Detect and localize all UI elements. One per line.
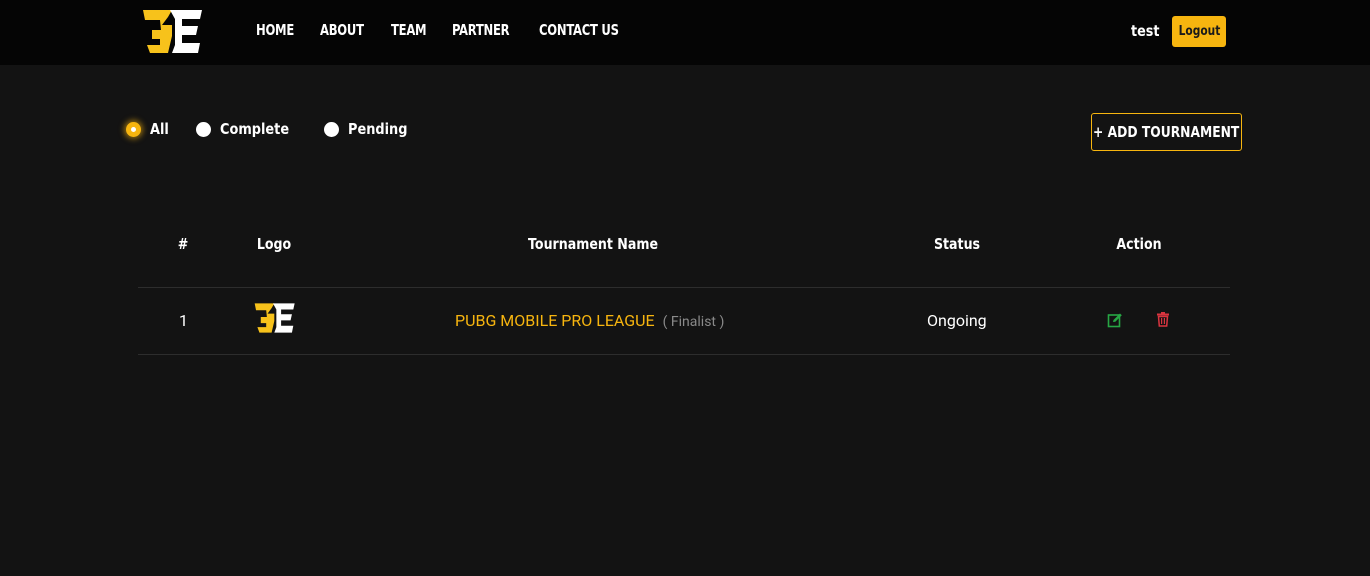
username-label: test — [1131, 22, 1160, 40]
row-index: 1 — [179, 311, 188, 330]
column-header-status: Status — [933, 235, 981, 253]
filter-complete-label: Complete — [219, 120, 290, 138]
nav-team[interactable]: TEAM — [391, 21, 427, 39]
filter-pending-label: Pending — [348, 120, 408, 138]
column-header-tournament-name: Tournament Name — [527, 235, 659, 253]
filter-pending[interactable]: Pending — [324, 120, 417, 138]
edit-icon[interactable] — [1107, 312, 1123, 328]
column-header-action: Action — [1116, 235, 1162, 253]
add-tournament-label: + ADD TOURNAMENT — [1093, 123, 1240, 141]
trash-icon[interactable] — [1155, 311, 1171, 327]
radio-pending[interactable] — [324, 121, 340, 137]
nav-contact-us[interactable]: CONTACT US — [539, 21, 619, 39]
filter-all-label: All — [150, 120, 169, 138]
radio-complete[interactable] — [195, 121, 211, 137]
radio-all[interactable] — [126, 121, 141, 137]
status-value: Ongoing — [927, 311, 987, 330]
tournament-stage-tag: ( Finalist ) — [662, 314, 725, 330]
nav-about[interactable]: ABOUT — [320, 21, 364, 39]
tournament-name-cell: PUBG MOBILE PRO LEAGUE ( Finalist ) — [455, 311, 724, 330]
status-filter: All Complete Pending — [126, 120, 441, 138]
table-divider — [138, 354, 1230, 355]
logout-button-label: Logout — [1178, 24, 1220, 39]
nav-partner[interactable]: PARTNER — [452, 21, 510, 39]
logout-button[interactable]: Logout — [1172, 16, 1226, 47]
tournament-logo — [254, 303, 295, 333]
top-navbar: HOME ABOUT TEAM PARTNER CONTACT US test … — [0, 0, 1370, 65]
add-tournament-button[interactable]: + ADD TOURNAMENT — [1091, 113, 1242, 151]
column-header-logo: Logo — [256, 235, 292, 253]
filter-all[interactable]: All — [126, 120, 172, 138]
main-nav: HOME ABOUT TEAM PARTNER CONTACT US — [256, 21, 624, 39]
brand-logo[interactable] — [142, 9, 204, 54]
column-header-index: # — [177, 235, 189, 253]
nav-home[interactable]: HOME — [256, 21, 294, 39]
table-divider — [138, 287, 1230, 288]
tournament-name-link[interactable]: PUBG MOBILE PRO LEAGUE — [455, 311, 655, 330]
filter-complete[interactable]: Complete — [195, 120, 300, 138]
